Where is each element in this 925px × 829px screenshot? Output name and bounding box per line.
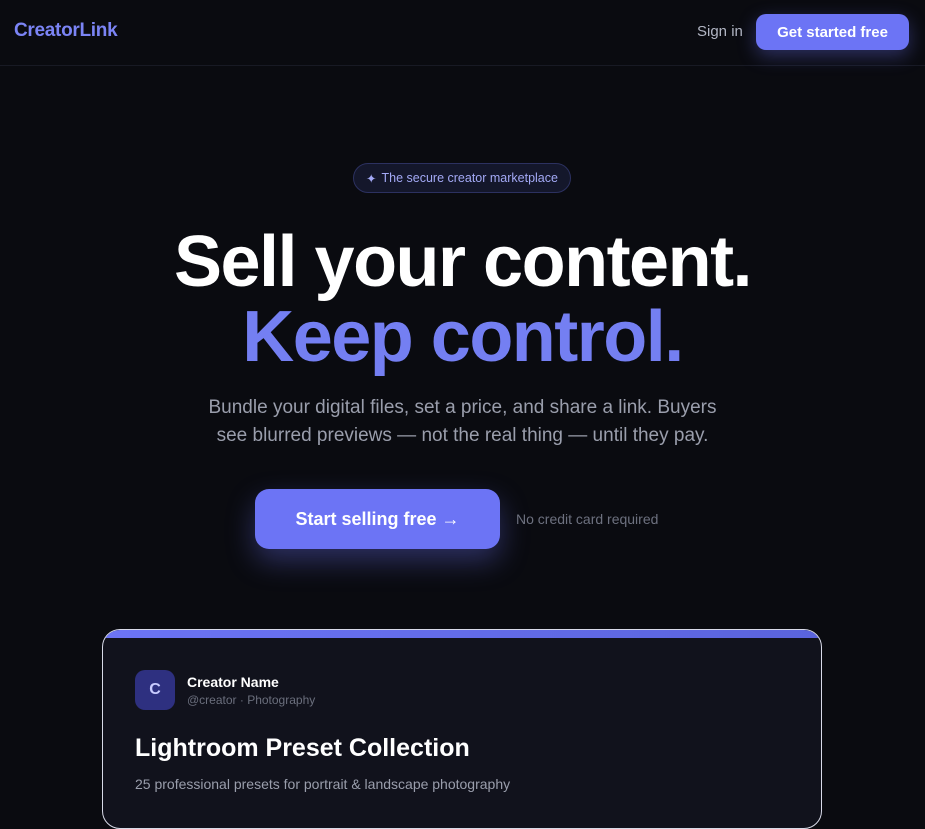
card-accent-bar <box>103 630 821 638</box>
no-credit-card-note: No credit card required <box>516 511 659 527</box>
product-preview-card: C Creator Name @creator · Photography Li… <box>102 629 822 829</box>
creator-name: Creator Name <box>187 674 279 690</box>
product-title: Lightroom Preset Collection <box>135 734 470 762</box>
marketplace-badge: ✦ The secure creator marketplace <box>353 163 571 193</box>
badge-label: The secure creator marketplace <box>381 171 558 185</box>
logo[interactable]: CreatorLink <box>14 20 118 42</box>
top-navigation-bar: CreatorLink Sign in Get started free <box>0 0 925 66</box>
hero-headline-line-1: Sell your content. <box>173 222 753 302</box>
hero-headline-line-2: Keep control. <box>242 297 684 377</box>
avatar: C <box>135 670 175 710</box>
start-selling-button[interactable]: Start selling free → <box>255 489 500 549</box>
creator-handle-category: @creator · Photography <box>187 693 316 707</box>
sparkle-icon: ✦ <box>366 171 377 186</box>
sign-in-link[interactable]: Sign in <box>697 23 743 40</box>
get-started-button[interactable]: Get started free <box>756 14 909 50</box>
hero-subtext-line-2: see blurred previews — not the real thin… <box>216 425 709 446</box>
product-description: 25 professional presets for portrait & l… <box>135 776 511 792</box>
hero-subtext-line-1: Bundle your digital files, set a price, … <box>208 397 717 418</box>
